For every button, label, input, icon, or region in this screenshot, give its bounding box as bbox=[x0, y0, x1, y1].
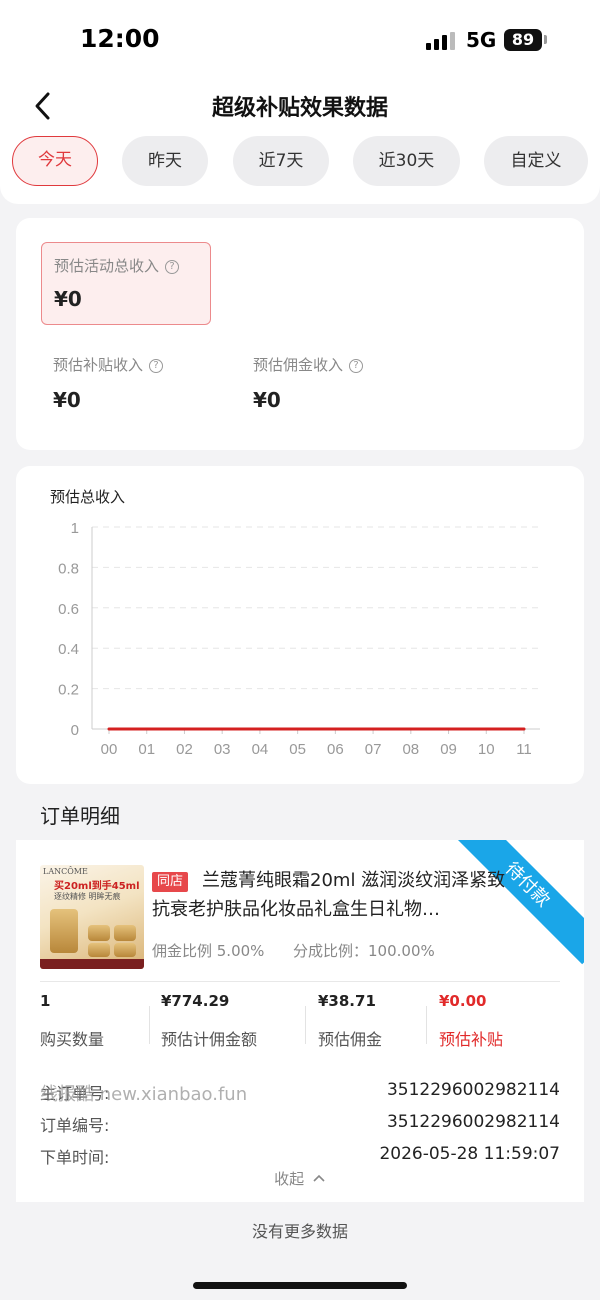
chart-card: 预估总收入 0 0.2 0.4 0.6 0.8 1 00 01 02 03 04 05 06 07 08 09… bbox=[16, 466, 584, 784]
data-point bbox=[334, 727, 337, 731]
total-income-metric: 预估活动总收入? ¥0 bbox=[41, 242, 211, 325]
network-label: 5G bbox=[466, 28, 497, 52]
signal-icon bbox=[426, 32, 456, 50]
watermark: 线报酷 new.xianbao.fun bbox=[40, 1084, 248, 1105]
data-point bbox=[409, 727, 413, 731]
tab-today[interactable]: 今天 bbox=[12, 136, 98, 186]
order-number-label: 订单编号: bbox=[40, 1116, 110, 1135]
subsidy-income-label: 预估补贴收入 bbox=[53, 356, 144, 374]
promo-footer bbox=[40, 959, 144, 969]
stat-divider bbox=[149, 1006, 150, 1044]
data-point bbox=[220, 727, 224, 731]
x-tick-label: 11 bbox=[516, 741, 532, 758]
store-tag: 同店 bbox=[152, 872, 189, 892]
tab-7-days[interactable]: 近7天 bbox=[233, 136, 329, 186]
stat-divider bbox=[305, 1006, 306, 1044]
commission-base-value: ¥774.29 bbox=[161, 992, 230, 1010]
battery-tip bbox=[544, 35, 547, 44]
subsidy-value: ¥0.00 bbox=[439, 992, 487, 1010]
data-point bbox=[371, 727, 375, 731]
subsidy-label: 预估补贴 bbox=[439, 1030, 504, 1049]
y-tick-label: 1 bbox=[71, 520, 79, 537]
page-title: 超级补贴效果数据 bbox=[211, 96, 388, 121]
order-time-value: 2026-05-28 11:59:07 bbox=[379, 1144, 560, 1164]
battery-icon: 89 bbox=[504, 29, 542, 51]
data-point bbox=[145, 727, 148, 731]
status-time: 12:00 bbox=[80, 24, 160, 53]
tab-custom[interactable]: 自定义 bbox=[484, 136, 588, 186]
date-tabs: 今天 昨天 近7天 近30天 自定义 bbox=[0, 132, 600, 204]
tab-30-days[interactable]: 近30天 bbox=[353, 136, 460, 186]
help-icon[interactable]: ? bbox=[149, 359, 164, 373]
help-icon[interactable]: ? bbox=[349, 359, 364, 373]
divider bbox=[40, 981, 560, 982]
commission-base-label: 预估计佣金额 bbox=[161, 1030, 258, 1049]
y-tick-label: 0.8 bbox=[58, 560, 79, 577]
subsidy-income-value: ¥0 bbox=[53, 388, 81, 412]
product-image[interactable]: LANCÔME 买20ml到手45ml 逐纹精修 明眸无痕 bbox=[40, 865, 144, 969]
total-income-value: ¥0 bbox=[54, 287, 82, 311]
order-time-label: 下单时间: bbox=[40, 1148, 110, 1167]
data-point bbox=[522, 727, 526, 731]
main-order-value[interactable]: 3512296002982114 bbox=[387, 1080, 560, 1100]
x-tick-label: 07 bbox=[365, 741, 382, 758]
commission-value: ¥38.71 bbox=[318, 992, 376, 1010]
commission-label: 预估佣金 bbox=[318, 1030, 383, 1049]
status-bar: 12:00 5G 89 bbox=[0, 0, 600, 80]
collapse-label: 收起 bbox=[274, 1170, 305, 1188]
no-more-data: 没有更多数据 bbox=[251, 1222, 348, 1241]
quantity-label: 购买数量 bbox=[40, 1030, 105, 1049]
brand-logo: LANCÔME bbox=[43, 867, 88, 876]
total-income-label: 预估活动总收入 bbox=[54, 257, 160, 275]
commission-income-value: ¥0 bbox=[253, 388, 281, 412]
nav-bar: 超级补贴效果数据 bbox=[0, 80, 600, 132]
y-tick-label: 0.6 bbox=[58, 601, 79, 618]
data-point bbox=[258, 727, 262, 731]
y-tick-label: 0.4 bbox=[58, 641, 79, 658]
x-tick-label: 02 bbox=[176, 741, 193, 758]
data-point bbox=[296, 727, 299, 731]
x-tick-label: 01 bbox=[138, 741, 155, 758]
orders-section-title: 订单明细 bbox=[40, 804, 120, 828]
home-indicator[interactable] bbox=[193, 1282, 407, 1289]
help-icon[interactable]: ? bbox=[165, 260, 180, 274]
data-point bbox=[485, 727, 488, 731]
data-point bbox=[447, 727, 450, 731]
x-tick-label: 04 bbox=[252, 741, 269, 758]
stat-divider bbox=[426, 1006, 427, 1044]
collapse-button[interactable]: 收起 bbox=[16, 1168, 584, 1189]
y-tick-label: 0.2 bbox=[58, 682, 79, 699]
x-tick-label: 03 bbox=[214, 741, 231, 758]
product-jar bbox=[88, 925, 110, 941]
x-tick-label: 10 bbox=[478, 741, 495, 758]
commission-income-label: 预估佣金收入 bbox=[253, 356, 344, 374]
product-jar bbox=[114, 925, 136, 941]
x-tick-label: 09 bbox=[440, 741, 457, 758]
product-title[interactable]: 兰蔻菁纯眼霜20ml 滋润淡纹润泽紧致抗衰老护肤品化妆品礼盒生日礼物… bbox=[152, 866, 506, 924]
data-point bbox=[107, 727, 111, 731]
promo-subline: 逐纹精修 明眸无痕 bbox=[54, 892, 121, 901]
x-tick-label: 00 bbox=[101, 741, 118, 758]
quantity-value: 1 bbox=[40, 992, 51, 1010]
tab-yesterday[interactable]: 昨天 bbox=[122, 136, 208, 186]
summary-card: 预估活动总收入? ¥0 预估补贴收入? ¥0 预估佣金收入? ¥0 bbox=[16, 218, 584, 450]
y-tick-label: 0 bbox=[71, 722, 79, 739]
product-jar bbox=[114, 943, 136, 957]
promo-line: 买20ml到手45ml bbox=[54, 881, 140, 892]
data-point bbox=[183, 727, 186, 731]
chevron-up-icon bbox=[313, 1174, 325, 1182]
income-chart: 0 0.2 0.4 0.6 0.8 1 00 01 02 03 04 05 06 07 08 09 10 11 bbox=[58, 520, 540, 758]
share-ratio: 分成比例：100.00% bbox=[293, 942, 435, 960]
x-tick-label: 08 bbox=[402, 741, 419, 758]
x-tick-label: 05 bbox=[289, 741, 306, 758]
order-card[interactable]: 待付款 LANCÔME 买20ml到手45ml 逐纹精修 明眸无痕 兰蔻菁纯眼霜… bbox=[16, 840, 584, 1202]
order-number-value[interactable]: 3512296002982114 bbox=[387, 1112, 560, 1132]
x-tick-label: 06 bbox=[327, 741, 344, 758]
commission-ratio: 佣金比例 5.00% bbox=[152, 942, 265, 960]
product-jar bbox=[88, 943, 110, 957]
product-jar bbox=[50, 909, 78, 953]
